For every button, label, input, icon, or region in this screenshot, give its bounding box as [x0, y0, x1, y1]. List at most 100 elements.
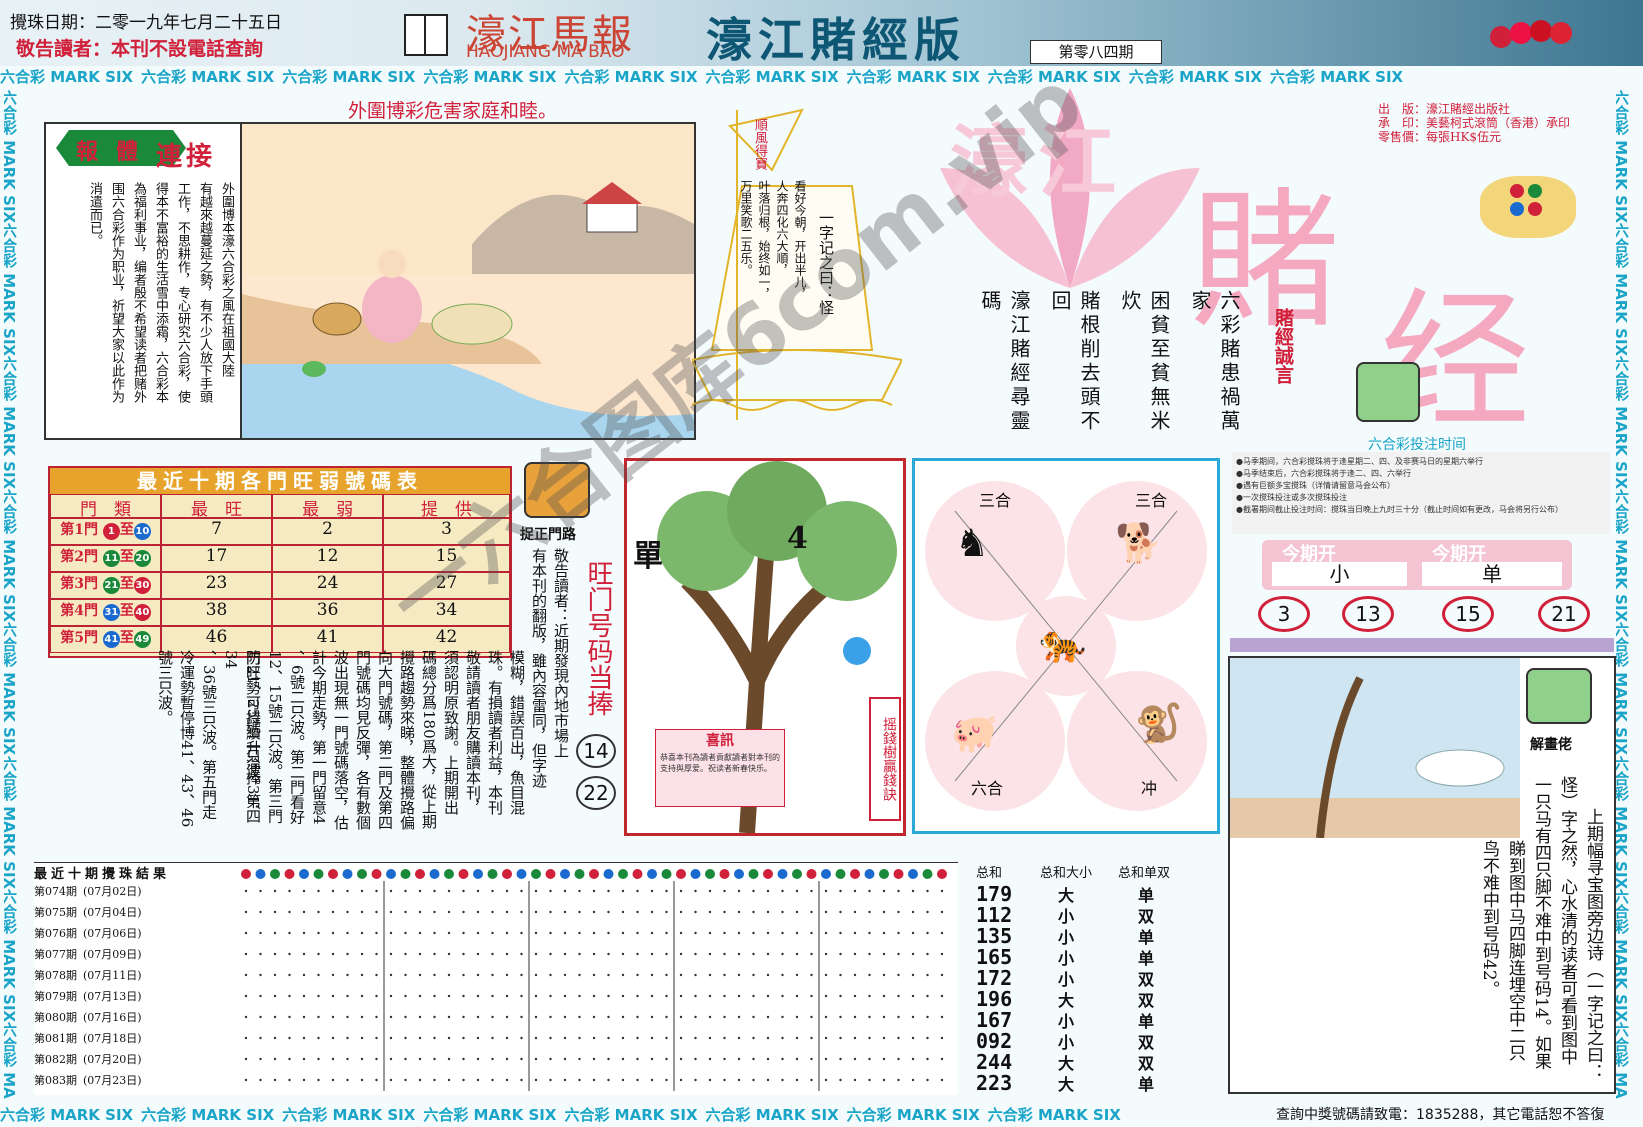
index-ball [864, 869, 875, 879]
grid-dot [578, 952, 581, 956]
grid-dot [520, 1015, 523, 1019]
horse-icon: ♞ [955, 521, 990, 565]
grid-dot [795, 931, 799, 935]
grid-dot [331, 1036, 335, 1040]
grid-dot [868, 952, 871, 956]
grid-dot [317, 1015, 320, 1019]
grid-dot [244, 1015, 248, 1019]
grid-dot [926, 931, 929, 935]
sum-value: 223 [976, 1071, 1013, 1095]
grid-dot [534, 952, 538, 956]
period-date: (07月18日) [83, 1032, 142, 1045]
grid-dot [462, 994, 465, 998]
commentary-col: 珠。有損讀者利益，本刊 [486, 650, 504, 815]
grid-dot [781, 952, 784, 956]
grid-dot [433, 1078, 436, 1082]
index-ball [560, 869, 570, 879]
this-period-odd: 单 [1422, 562, 1562, 586]
grid-dot [447, 1015, 451, 1019]
grid-dot [766, 931, 770, 935]
grid-dot [505, 889, 509, 893]
grid-dot [534, 994, 538, 998]
grid-dot [563, 889, 567, 893]
grid-dot [259, 889, 262, 893]
grid-dot [824, 910, 828, 914]
grid-dot [926, 1036, 929, 1040]
index-ball [734, 869, 744, 879]
grid-dot [346, 910, 349, 914]
grid-dot [824, 1036, 828, 1040]
grid-dot [694, 889, 697, 893]
grid-dot [723, 910, 726, 914]
bet-time-line: ●截署期间截止投注时间：搅珠当日晚上九时三十分（截止时间如有更改，马会将另行公布… [1236, 505, 1563, 514]
grid-dot [868, 1057, 871, 1061]
grid-dot [897, 1036, 900, 1040]
grid-dot [737, 889, 741, 893]
news-box: 喜訊 恭喜本刊為讀者貢獻讀者對本刊的支持與厚爱。祝读者新春快乐。 [655, 729, 785, 807]
sum-row: 244 大双 [962, 1050, 1198, 1074]
left-marquee: 六合彩 MARK SIX六合彩 MARK SIX六合彩 MARK SIX六合彩 … [4, 90, 18, 1100]
index-ball [792, 869, 802, 879]
period-label: 第078期 [34, 969, 77, 982]
grid-dot [897, 910, 900, 914]
grid-dot [433, 973, 436, 977]
grid-dot [534, 1036, 538, 1040]
dog-icon: 🐕 [1115, 521, 1163, 565]
index-ball [429, 869, 440, 879]
grid-dot [665, 973, 668, 977]
sail-poem-2: 人奔四化六大順， [775, 180, 789, 276]
grid-dot [563, 1057, 567, 1061]
badge-left: 報 [76, 139, 99, 165]
grid-dot [491, 1057, 494, 1061]
grid-dot [752, 1057, 755, 1061]
period-date: (07月13日) [83, 990, 142, 1003]
grid-dot [795, 994, 799, 998]
grid-dot [505, 910, 509, 914]
grid-dot [302, 910, 306, 914]
title-haojiang: 濠江 [950, 117, 1127, 208]
grid-dot [810, 1036, 813, 1040]
grid-dot [723, 1078, 726, 1082]
zodiac-liuhe: 六合 [971, 779, 1004, 798]
grid-dot [853, 1057, 857, 1061]
grid-dot [694, 952, 697, 956]
period-label: 第077期 [34, 948, 77, 961]
period-number: 15 [1442, 596, 1494, 632]
grid-dot [389, 1036, 393, 1040]
grid-dot [360, 1036, 364, 1040]
grid-dot [360, 994, 364, 998]
commentary-col: 模糊，錯誤百出，魚目混 [508, 650, 526, 815]
period-date: (07月23日) [83, 1074, 142, 1087]
grid-dot [839, 952, 842, 956]
grid-dot [810, 910, 813, 914]
header-cell: 提 供 [383, 494, 510, 520]
grid-dot [462, 931, 465, 935]
grid-dot [752, 1078, 755, 1082]
grid-dot [636, 1015, 639, 1019]
grid-dot [259, 994, 262, 998]
grid-dot [389, 931, 393, 935]
grid-dot [679, 931, 683, 935]
grid-dot [636, 1057, 639, 1061]
grid-dot [360, 1057, 364, 1061]
grid-dot [752, 931, 755, 935]
grid-dot [433, 931, 436, 935]
grid-dot [607, 994, 610, 998]
grid-dot [853, 931, 857, 935]
grid-dot [650, 910, 654, 914]
grid-dot [868, 931, 871, 935]
grid-dot [404, 1057, 407, 1061]
grid-dot [563, 1015, 567, 1019]
grid-dot [578, 889, 581, 893]
grid-dot [273, 931, 277, 935]
grid-dot [288, 952, 291, 956]
badge-mid: 體 [116, 139, 139, 165]
grid-dot [940, 931, 944, 935]
serial-panel: 報 體 連接 外圍博本濠六合彩之風在祖國大陸 有越來越蔓延之勢，有不少人放下手頭… [44, 122, 244, 440]
grid-dot [853, 1078, 857, 1082]
header-cell: 最 弱 [272, 494, 384, 520]
pig-icon: 🐖 [951, 711, 999, 755]
grid-dot [607, 889, 610, 893]
grid-dot [273, 1036, 277, 1040]
grid-dot [810, 994, 813, 998]
